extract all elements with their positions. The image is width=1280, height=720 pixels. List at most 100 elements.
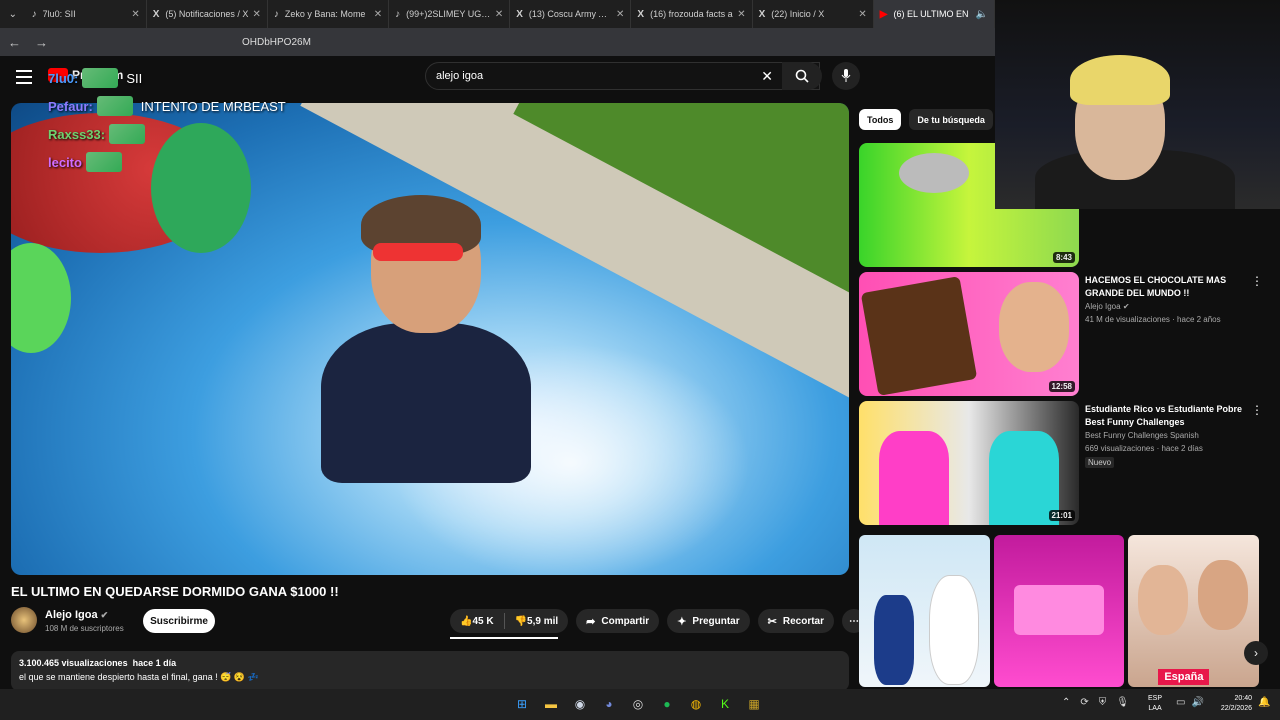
subscriber-count: 108 M de suscriptores xyxy=(45,624,124,633)
chevron-right-icon[interactable]: › xyxy=(1244,641,1268,665)
clip-button[interactable]: ✂ Recortar xyxy=(757,609,834,633)
x-icon: X xyxy=(637,8,645,20)
filter-chips: Todos De tu búsqueda xyxy=(859,109,993,130)
browser-tab[interactable]: X (16) frozouda facts a ✕ xyxy=(631,0,753,28)
browser-tab[interactable]: ♪ (99+)2SLIMEY UGS C ✕ xyxy=(389,0,511,28)
more-vertical-icon[interactable]: ⋮ xyxy=(1251,274,1263,288)
x-icon: X xyxy=(152,8,160,20)
voice-search-button[interactable] xyxy=(832,62,860,90)
close-icon[interactable]: ✕ xyxy=(374,9,382,20)
tiktok-icon: ♪ xyxy=(31,8,37,20)
emote xyxy=(82,68,119,88)
person-in-pool xyxy=(311,195,531,503)
input-language[interactable]: ESP LAA xyxy=(1148,694,1162,714)
thumbs-down-icon: 👎 xyxy=(514,615,528,627)
browser-tab-active[interactable]: ▶ (6) EL ULTIMO EN 🔈 xyxy=(873,0,995,28)
description-box[interactable]: 3.100.465 visualizaciones hace 1 día el … xyxy=(11,651,849,691)
recommendation-title[interactable]: HACEMOS EL CHOCOLATE MAS GRANDE DEL MUND… xyxy=(1085,274,1255,300)
obs-icon[interactable]: ◎ xyxy=(628,694,648,714)
notification-bell-icon[interactable]: 🔔 xyxy=(1258,697,1270,708)
chat-line: 7lu0: SII xyxy=(48,64,286,92)
close-icon[interactable]: ✕ xyxy=(253,9,261,20)
chevron-up-icon[interactable]: ⌃ xyxy=(1062,697,1070,708)
verified-icon: ✔ xyxy=(100,610,109,620)
steam-icon[interactable]: ◉ xyxy=(570,694,590,714)
emote xyxy=(85,152,122,172)
tab-search-button[interactable]: ⌄ xyxy=(0,0,26,28)
video-thumbnail[interactable]: 21:01 xyxy=(859,401,1079,525)
file-explorer-icon[interactable]: ▬ xyxy=(541,694,561,714)
youtube-icon: ▶ xyxy=(879,8,888,20)
more-vertical-icon[interactable]: ⋮ xyxy=(1251,403,1263,417)
browser-tabbar: ⌄ ♪ 7lu0: SII ✕ X (5) Notificaciones / X ✕ ♪… xyxy=(0,0,995,28)
short-thumbnail[interactable] xyxy=(859,535,990,687)
subscribe-button[interactable]: Suscribirme xyxy=(143,609,215,633)
emote xyxy=(96,96,133,116)
url-text[interactable]: OHDbHPO26M xyxy=(242,37,311,48)
share-button[interactable]: ➦ Compartir xyxy=(576,609,660,633)
close-icon[interactable]: ✕ xyxy=(131,9,139,20)
back-icon[interactable]: ← xyxy=(8,35,21,50)
pool-float-lime xyxy=(11,243,71,353)
browser-tab[interactable]: X (13) Coscu Army Awa ✕ xyxy=(510,0,632,28)
microphone-icon[interactable]: 🎙 xyxy=(1116,697,1129,708)
chat-line: Raxss33: xyxy=(48,120,286,148)
search-icon xyxy=(795,69,809,83)
chat-line: Pefaur: INTENTO DE MRBEAST xyxy=(48,92,286,120)
chip-all[interactable]: Todos xyxy=(859,109,902,130)
shield-icon[interactable]: ⛨ xyxy=(1099,697,1107,708)
duration-badge: 8:43 xyxy=(1052,252,1075,263)
search-button[interactable] xyxy=(782,62,822,90)
sync-icon[interactable]: ⟳ xyxy=(1080,697,1088,708)
short-thumbnail[interactable]: España xyxy=(1128,535,1260,687)
kick-icon[interactable]: K xyxy=(715,694,735,714)
windows-start-icon[interactable]: ⊞ xyxy=(512,694,532,714)
recommendation-channel[interactable]: Best Funny Challenges Spanish xyxy=(1085,431,1199,440)
recommendation-item[interactable]: 21:01 Estudiante Rico vs Estudiante Pobr… xyxy=(859,401,1269,525)
channel-avatar[interactable] xyxy=(11,607,37,633)
search-input[interactable]: alejo igoa ✕ xyxy=(425,62,820,90)
address-bar: ← → OHDbHPO26M xyxy=(0,28,995,56)
like-button[interactable]: 👍 45 K xyxy=(450,609,504,633)
browser-tab[interactable]: ♪ Zeko y Bana: Mome ✕ xyxy=(268,0,390,28)
speaker-icon[interactable]: 🔈 xyxy=(975,9,987,20)
app-icon[interactable]: ▦ xyxy=(744,694,764,714)
network-icon: ▭ xyxy=(1176,697,1186,708)
chip-from-search[interactable]: De tu búsqueda xyxy=(909,109,993,130)
more-horizontal-icon: ⋯ xyxy=(849,615,859,627)
like-ratio-bar xyxy=(450,637,558,639)
ask-button[interactable]: ✦ Preguntar xyxy=(667,609,750,633)
close-icon[interactable]: ✕ xyxy=(616,9,624,20)
chrome-icon[interactable]: ◍ xyxy=(686,694,706,714)
dislike-button[interactable]: 👎 5,9 mil xyxy=(505,609,569,633)
close-icon[interactable]: ✕ xyxy=(495,9,503,20)
recommendation-title[interactable]: Estudiante Rico vs Estudiante Pobre Best… xyxy=(1085,403,1255,429)
taskbar-apps: ⊞ ▬ ◉ ◕ ◎ ● ◍ K ▦ xyxy=(512,694,764,714)
close-icon[interactable]: ✕ xyxy=(737,9,745,20)
close-icon[interactable]: ✕ xyxy=(858,9,866,20)
channel-name[interactable]: Alejo Igoa ✔ xyxy=(45,609,108,621)
x-icon: X xyxy=(758,8,766,20)
browser-tab[interactable]: X (22) Inicio / X ✕ xyxy=(753,0,874,28)
share-icon: ➦ xyxy=(586,615,596,628)
duration-badge: 21:01 xyxy=(1048,510,1075,521)
recommendation-meta: 41 M de visualizaciones · hace 2 años xyxy=(1085,315,1221,324)
browser-tab[interactable]: X (5) Notificaciones / X ✕ xyxy=(147,0,268,28)
stream-chat-overlay: 7lu0: SII Pefaur: INTENTO DE MRBEAST Raxss… xyxy=(48,64,286,176)
video-thumbnail[interactable]: 12:58 xyxy=(859,272,1079,396)
network-volume-battery[interactable]: ▭ 🔊 xyxy=(1176,697,1204,708)
short-thumbnail[interactable] xyxy=(993,535,1125,687)
emote xyxy=(109,124,146,144)
discord-icon[interactable]: ◕ xyxy=(599,694,619,714)
clock[interactable]: 20:40 22/2/2026 xyxy=(1212,694,1252,714)
forward-icon[interactable]: → xyxy=(35,35,48,50)
video-title: EL ULTIMO EN QUEDARSE DORMIDO GANA $1000… xyxy=(11,584,339,599)
spotify-icon[interactable]: ● xyxy=(657,694,677,714)
verified-icon: ✔ xyxy=(1122,302,1130,311)
video-actions: 👍 45 K 👎 5,9 mil ➦ Compartir ✦ Preguntar ✂ Re… xyxy=(450,609,866,633)
recommendation-item[interactable]: 12:58 HACEMOS EL CHOCOLATE MAS GRANDE DE… xyxy=(859,272,1269,396)
browser-tab[interactable]: ♪ 7lu0: SII ✕ xyxy=(26,0,147,28)
menu-icon[interactable] xyxy=(16,70,32,84)
recommendation-channel[interactable]: Alejo Igoa ✔ xyxy=(1085,302,1130,311)
clear-icon[interactable]: ✕ xyxy=(761,68,773,85)
